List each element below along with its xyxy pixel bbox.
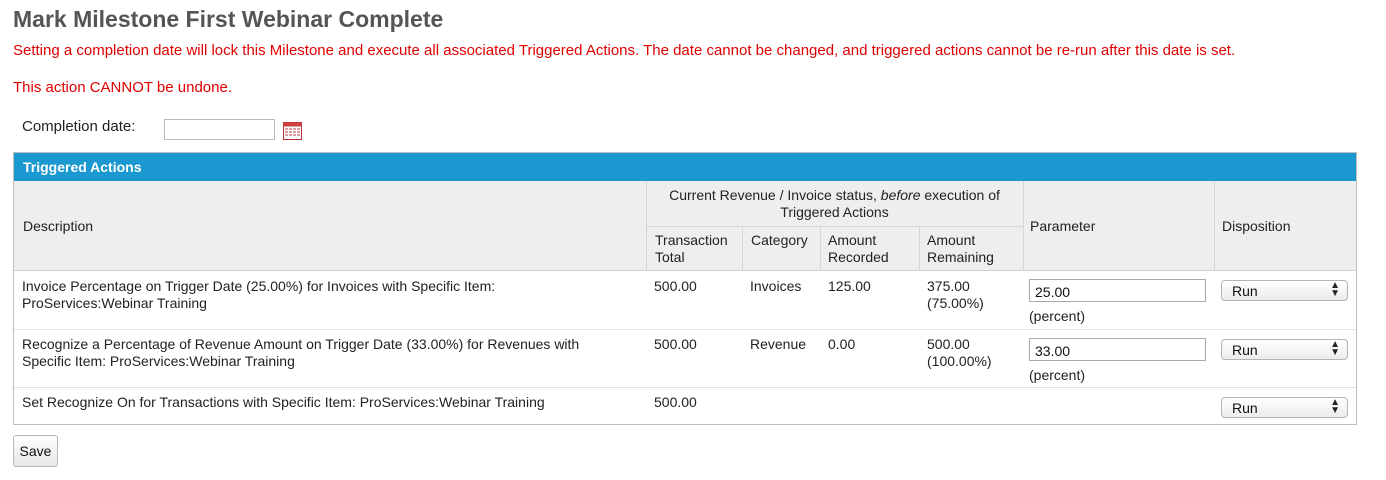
col-header-transaction-total: Transaction Total <box>646 227 742 270</box>
updown-arrows-icon: ▲ ▼ <box>1330 397 1340 416</box>
description-header-label: Description <box>23 218 94 234</box>
row-transaction-total: 500.00 <box>654 394 697 410</box>
row-transaction-total: 500.00 <box>654 278 697 294</box>
col-header-description: Description <box>14 181 646 270</box>
completion-date-label: Completion date: <box>22 118 136 135</box>
parameter-input[interactable] <box>1029 279 1206 302</box>
header-divider <box>1214 181 1215 270</box>
amount-recorded-header-1: Amount <box>828 232 877 248</box>
header-divider <box>1023 181 1024 270</box>
col-header-parameter: Parameter <box>1023 181 1214 270</box>
transaction-total-header-2: Total <box>655 249 685 265</box>
row-description: Set Recognize On for Transactions with S… <box>22 394 545 410</box>
parameter-input[interactable] <box>1029 338 1206 361</box>
row-description: Invoice Percentage on Trigger Date (25.0… <box>22 278 495 312</box>
col-header-group: Current Revenue / Invoice status, before… <box>646 181 1023 227</box>
amount-remaining-header-2: Remaining <box>927 249 994 265</box>
parameter-unit: (percent) <box>1029 367 1086 383</box>
disposition-value: Run <box>1232 342 1258 358</box>
header-divider <box>742 227 743 270</box>
triggered-actions-panel: Triggered Actions Description Current Re… <box>13 152 1357 425</box>
panel-title: Triggered Actions <box>23 159 142 175</box>
header-bottom-border <box>14 270 1356 271</box>
save-button[interactable]: Save <box>13 435 58 467</box>
col-header-amount-recorded: Amount Recorded <box>820 227 919 270</box>
row-description: Recognize a Percentage of Revenue Amount… <box>22 336 579 370</box>
row-category: Invoices <box>750 278 802 294</box>
header-divider <box>646 181 647 270</box>
disposition-header-label: Disposition <box>1222 218 1291 234</box>
row-divider <box>14 329 1356 330</box>
category-header: Category <box>751 232 808 248</box>
row-amount-remaining-percent: (75.00%) <box>927 295 984 311</box>
transaction-total-header-1: Transaction <box>655 232 728 248</box>
group-header-text-1: Current Revenue / Invoice status, <box>669 187 881 203</box>
row-description-line-2: ProServices:Webinar Training <box>22 295 207 311</box>
row-amount-remaining: 375.00 (75.00%) <box>927 278 984 312</box>
row-description-line-1: Recognize a Percentage of Revenue Amount… <box>22 336 580 352</box>
disposition-select[interactable]: Run ▲ ▼ <box>1221 339 1348 360</box>
header-divider <box>820 227 821 270</box>
amount-recorded-header-2: Recorded <box>828 249 889 265</box>
row-amount-remaining-value: 375.00 <box>927 278 970 294</box>
col-header-disposition: Disposition <box>1214 181 1356 270</box>
row-category: Revenue <box>750 336 807 352</box>
row-description-line-1: Invoice Percentage on Trigger Date (25.0… <box>22 278 496 294</box>
disposition-value: Run <box>1232 283 1258 299</box>
parameter-header-label: Parameter <box>1030 218 1096 234</box>
row-amount-remaining-value: 500.00 <box>927 336 970 352</box>
panel-header: Triggered Actions <box>14 153 1356 181</box>
updown-arrows-icon: ▲ ▼ <box>1330 339 1340 358</box>
amount-remaining-header-1: Amount <box>927 232 976 248</box>
row-amount-remaining-percent: (100.00%) <box>927 353 992 369</box>
undo-warning: This action CANNOT be undone. <box>13 79 233 96</box>
completion-date-input[interactable] <box>164 119 275 140</box>
disposition-select[interactable]: Run ▲ ▼ <box>1221 397 1348 418</box>
disposition-value: Run <box>1232 400 1258 416</box>
row-amount-recorded: 125.00 <box>828 278 871 294</box>
lock-warning: Setting a completion date will lock this… <box>13 42 1236 59</box>
header-divider <box>919 227 920 270</box>
updown-arrows-icon: ▲ ▼ <box>1330 280 1340 299</box>
col-header-amount-remaining: Amount Remaining <box>919 227 1023 270</box>
page-title: Mark Milestone First Webinar Complete <box>13 6 444 32</box>
row-amount-recorded: 0.00 <box>828 336 856 352</box>
calendar-icon[interactable] <box>283 121 302 140</box>
parameter-unit: (percent) <box>1029 308 1086 324</box>
row-description-line-2: Specific Item: ProServices:Webinar Train… <box>22 353 295 369</box>
row-transaction-total: 500.00 <box>654 336 697 352</box>
group-header-emphasis: before <box>880 187 921 203</box>
disposition-select[interactable]: Run ▲ ▼ <box>1221 280 1348 301</box>
row-amount-remaining: 500.00 (100.00%) <box>927 336 992 370</box>
group-header-label: Current Revenue / Invoice status, before… <box>646 181 1023 221</box>
col-header-category: Category <box>742 227 820 270</box>
row-divider <box>14 387 1356 388</box>
